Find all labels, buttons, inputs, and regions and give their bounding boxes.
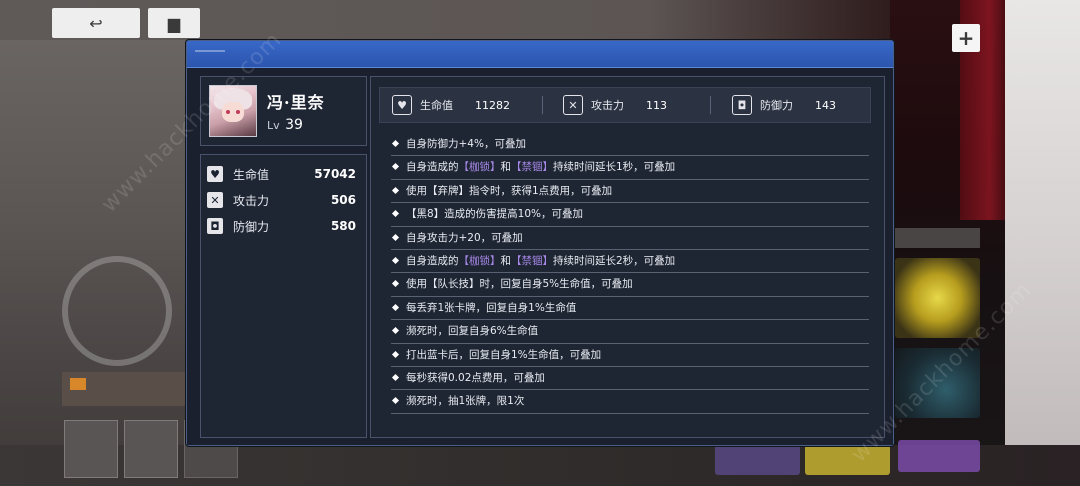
- diamond-bullet-icon: [391, 373, 400, 381]
- effect-item: 每丢弃1张卡牌，回复自身1%生命值: [391, 297, 869, 321]
- emblem-icon: [62, 256, 172, 366]
- level-prefix: Lv: [267, 119, 280, 132]
- add-button[interactable]: +: [952, 24, 980, 52]
- modal-header: [187, 41, 893, 68]
- character-name: 冯·里奈: [267, 93, 325, 112]
- side-menu-strip: [1005, 0, 1080, 486]
- summary-value: 11282: [475, 98, 510, 112]
- stat-label: 防御力: [233, 219, 270, 234]
- summary-value: 113: [646, 98, 667, 112]
- bonus-summary-bar: ♥ 生命值 11282 ✕ 攻击力 113 ◘ 防御力 143: [379, 87, 871, 123]
- summary-attack: ✕ 攻击力 113: [563, 88, 667, 122]
- back-button[interactable]: ↩: [52, 8, 140, 38]
- back-arrow-icon: ↩: [89, 13, 103, 33]
- effect-text: 和: [500, 254, 512, 267]
- sword-icon: ✕: [563, 95, 583, 115]
- diamond-bullet-icon: [391, 280, 400, 288]
- stat-label: 攻击力: [233, 193, 270, 208]
- stat-value: 57042: [314, 167, 356, 181]
- summary-label: 攻击力: [591, 99, 624, 112]
- sword-icon: ✕: [207, 192, 223, 208]
- effect-text: 自身造成的: [406, 254, 459, 267]
- effect-item: 使用【队长技】时，回复自身5%生命值，可叠加: [391, 273, 869, 297]
- effect-item: 打出蓝卡后，回复自身1%生命值，可叠加: [391, 344, 869, 367]
- summary-hp: ♥ 生命值 11282: [392, 88, 510, 122]
- diamond-bullet-icon: [391, 233, 400, 241]
- diamond-bullet-icon: [391, 350, 400, 358]
- heart-icon: ♥: [392, 95, 412, 115]
- effect-text: 濒死时，抽1张牌，限1次: [406, 395, 525, 408]
- keyword-highlight: 【禁锢】: [511, 161, 553, 174]
- effect-list: 自身防御力+4%，可叠加 自身造成的【枷锁】和【禁锢】持续时间延长1秒，可叠加 使用…: [391, 133, 869, 414]
- card-thumbnail[interactable]: [715, 445, 800, 475]
- effect-text: 自身造成的: [406, 161, 459, 174]
- diamond-bullet-icon: [391, 186, 400, 194]
- stat-label: 生命值: [233, 167, 270, 182]
- effect-text: 使用【弃牌】指令时，获得1点费用，可叠加: [406, 184, 613, 197]
- card-thumbnail[interactable]: [895, 258, 980, 338]
- effect-item: 自身防御力+4%，可叠加: [391, 133, 869, 157]
- diamond-bullet-icon: [391, 303, 400, 311]
- divider: [710, 96, 711, 114]
- diamond-bullet-icon: [391, 163, 400, 171]
- stat-row-hp: ♥ 生命值 57042: [201, 163, 366, 185]
- divider: [542, 96, 543, 114]
- summary-defense: ◘ 防御力 143: [732, 88, 836, 122]
- effect-item: 濒死时，回复自身6%生命值: [391, 320, 869, 344]
- card-thumbnail[interactable]: [898, 440, 980, 472]
- effect-item: 自身造成的【枷锁】和【禁锢】持续时间延长2秒，可叠加: [391, 250, 869, 274]
- effect-text: 每秒获得0.02点费用，可叠加: [406, 371, 545, 384]
- bag-button[interactable]: ▆: [148, 8, 200, 38]
- shield-icon: ◘: [732, 95, 752, 115]
- effect-item: 濒死时，抽1张牌，限1次: [391, 390, 869, 414]
- keyword-highlight: 【禁锢】: [511, 254, 553, 267]
- level-value: 39: [285, 117, 303, 133]
- heart-icon: ♥: [207, 166, 223, 182]
- plus-icon: +: [957, 26, 975, 50]
- keyword-highlight: 【枷锁】: [458, 254, 501, 267]
- effect-text: 持续时间延长2秒，可叠加: [553, 254, 676, 267]
- effect-text: 濒死时，回复自身6%生命值: [406, 325, 539, 338]
- stat-row-attack: ✕ 攻击力 506: [201, 189, 366, 211]
- modal-body: 冯·里奈 Lv 39 ♥ 生命值 57042 ✕ 攻击力 506 ◘ 防御力 5…: [187, 68, 893, 445]
- effect-text: 自身攻击力+20，可叠加: [406, 231, 523, 244]
- effect-text: 持续时间延长1秒，可叠加: [553, 161, 676, 174]
- shield-icon: ◘: [207, 218, 223, 234]
- diamond-bullet-icon: [391, 139, 400, 148]
- effect-item: 自身攻击力+20，可叠加: [391, 227, 869, 250]
- summary-value: 143: [815, 98, 836, 112]
- bag-icon: ▆: [167, 13, 181, 33]
- diamond-bullet-icon: [391, 256, 400, 264]
- list-icon[interactable]: [124, 420, 178, 478]
- effect-item: 【黑8】造成的伤害提高10%，可叠加: [391, 203, 869, 227]
- summary-label: 生命值: [420, 99, 453, 112]
- diamond-bullet-icon: [391, 397, 400, 405]
- stat-value: 506: [330, 193, 356, 207]
- effect-text: 使用【队长技】时，回复自身5%生命值，可叠加: [406, 278, 633, 291]
- effect-item: 使用【弃牌】指令时，获得1点费用，可叠加: [391, 180, 869, 204]
- effect-item: 每秒获得0.02点费用，可叠加: [391, 367, 869, 391]
- effect-text: 打出蓝卡后，回复自身1%生命值，可叠加: [406, 348, 602, 361]
- character-level: Lv 39: [267, 117, 303, 133]
- status-bar: [62, 372, 187, 406]
- character-info-modal: 冯·里奈 Lv 39 ♥ 生命值 57042 ✕ 攻击力 506 ◘ 防御力 5…: [186, 40, 894, 446]
- effect-text: 和: [500, 161, 512, 174]
- effect-text: 每丢弃1张卡牌，回复自身1%生命值: [406, 301, 577, 314]
- effect-text: 自身防御力+4%，可叠加: [406, 138, 526, 150]
- summary-label: 防御力: [760, 99, 793, 112]
- bonus-detail-panel: ♥ 生命值 11282 ✕ 攻击力 113 ◘ 防御力 143 自身防御力+4%…: [370, 76, 885, 438]
- stat-value: 580: [330, 219, 356, 233]
- total-stats-panel: ♥ 生命值 57042 ✕ 攻击力 506 ◘ 防御力 580: [200, 154, 367, 438]
- stat-row-defense: ◘ 防御力 580: [201, 215, 366, 237]
- effect-item: 自身造成的【枷锁】和【禁锢】持续时间延长1秒，可叠加: [391, 156, 869, 180]
- diamond-bullet-icon: [391, 210, 400, 218]
- effect-text: 【黑8】造成的伤害提高10%，可叠加: [406, 208, 584, 221]
- keyword-highlight: 【枷锁】: [458, 161, 501, 174]
- trophy-icon[interactable]: [64, 420, 118, 478]
- diamond-bullet-icon: [391, 327, 400, 335]
